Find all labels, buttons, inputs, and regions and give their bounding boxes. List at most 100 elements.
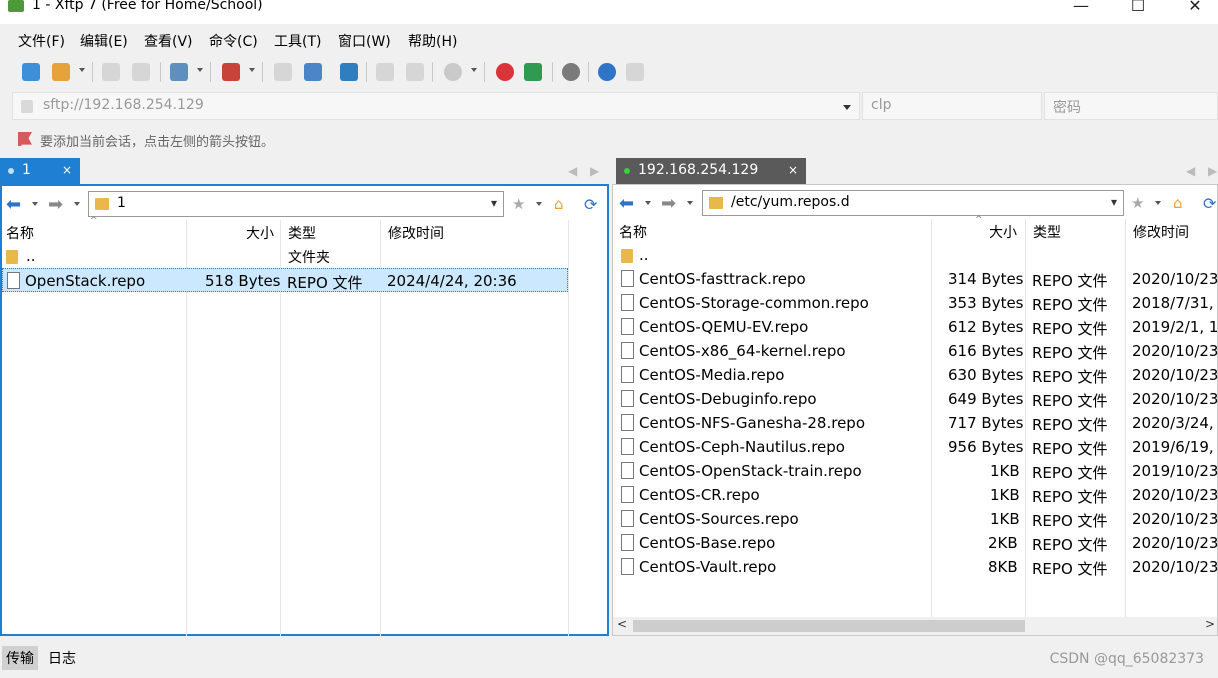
- download-icon[interactable]: [304, 63, 322, 81]
- tab-scroll-right-icon[interactable]: ▶: [590, 164, 599, 178]
- tab-scroll-right-icon[interactable]: ▶: [1208, 164, 1217, 178]
- table-row[interactable]: CentOS-Base.repo 2KB REPO 文件 2020/10/23,: [613, 531, 1218, 555]
- new-session-icon[interactable]: [22, 63, 40, 81]
- table-row[interactable]: CentOS-Sources.repo 1KB REPO 文件 2020/10/…: [613, 507, 1218, 531]
- back-icon[interactable]: ⬅: [619, 193, 634, 214]
- back-icon[interactable]: ⬅: [6, 194, 21, 215]
- menu-view[interactable]: 查看(V): [144, 31, 193, 51]
- disconnect-icon[interactable]: [132, 63, 150, 81]
- open-folder-icon[interactable]: [52, 63, 70, 81]
- scrollbar-thumb[interactable]: [633, 620, 1025, 632]
- refresh-icon[interactable]: ⟳: [584, 195, 600, 214]
- tab-local[interactable]: 1 ×: [0, 158, 80, 184]
- bookmark-icon[interactable]: ★: [1131, 194, 1147, 212]
- column-size[interactable]: 大小: [989, 222, 1017, 242]
- tab-scroll-left-icon[interactable]: ◀: [1186, 164, 1195, 178]
- table-row[interactable]: CentOS-x86_64-kernel.repo 616 Bytes REPO…: [613, 339, 1218, 363]
- home-icon[interactable]: ⌂: [554, 195, 570, 213]
- table-row[interactable]: .. 文件夹: [2, 244, 607, 268]
- bookmark-dropdown-icon[interactable]: [1155, 201, 1161, 205]
- xshell-icon[interactable]: [496, 63, 514, 81]
- connect-icon[interactable]: [102, 63, 120, 81]
- back-dropdown-icon[interactable]: [32, 202, 38, 206]
- table-row-selected[interactable]: OpenStack.repo 518 Bytes REPO 文件 2024/4/…: [2, 268, 568, 292]
- close-window-button[interactable]: ✕: [1172, 0, 1218, 18]
- tab-close-icon[interactable]: ×: [788, 163, 798, 177]
- tab-remote[interactable]: 192.168.254.129 ×: [616, 158, 806, 184]
- column-modified[interactable]: 修改时间: [388, 223, 444, 243]
- toolbar-separator: [552, 62, 553, 82]
- upload-icon[interactable]: [274, 63, 292, 81]
- menu-help[interactable]: 帮助(H): [408, 31, 457, 51]
- open-dropdown-icon[interactable]: [79, 68, 85, 72]
- record-dropdown-icon[interactable]: [471, 68, 477, 72]
- properties-icon[interactable]: [170, 63, 188, 81]
- column-type[interactable]: 类型: [1033, 222, 1061, 242]
- file-type: 文件夹: [288, 250, 330, 266]
- menu-edit[interactable]: 编辑(E): [80, 31, 128, 51]
- column-modified[interactable]: 修改时间: [1133, 222, 1189, 242]
- tab-scroll-left-icon[interactable]: ◀: [568, 164, 577, 178]
- forward-dropdown-icon[interactable]: [687, 201, 693, 205]
- bookmark-arrow-icon[interactable]: [18, 132, 32, 146]
- table-row[interactable]: CentOS-QEMU-EV.repo 612 Bytes REPO 文件 20…: [613, 315, 1218, 339]
- paste-icon[interactable]: [406, 63, 424, 81]
- help-icon[interactable]: [598, 63, 616, 81]
- column-type[interactable]: 类型: [288, 223, 316, 243]
- table-row[interactable]: CentOS-Media.repo 630 Bytes REPO 文件 2020…: [613, 363, 1218, 387]
- minimize-button[interactable]: —: [1058, 0, 1104, 18]
- scroll-right-icon[interactable]: >: [1205, 617, 1215, 631]
- column-size[interactable]: 大小: [246, 223, 274, 243]
- column-name[interactable]: 名称: [6, 223, 34, 243]
- refresh-icon[interactable]: ⟳: [1203, 194, 1218, 213]
- menu-command[interactable]: 命令(C): [209, 31, 258, 51]
- table-row[interactable]: CentOS-fasttrack.repo 314 Bytes REPO 文件 …: [613, 267, 1218, 291]
- home-icon[interactable]: ⌂: [1173, 194, 1189, 212]
- transfer-icon[interactable]: [222, 63, 240, 81]
- chat-icon[interactable]: [626, 63, 644, 81]
- tab-log[interactable]: 日志: [44, 646, 80, 670]
- host-dropdown-icon[interactable]: [843, 105, 851, 110]
- transfer-dropdown-icon[interactable]: [249, 68, 255, 72]
- file-size: 2KB: [988, 534, 1018, 552]
- menu-file[interactable]: 文件(F): [18, 31, 65, 51]
- file-name: CentOS-Media.repo: [639, 366, 785, 384]
- back-dropdown-icon[interactable]: [645, 201, 651, 205]
- file-size: 8KB: [988, 558, 1018, 576]
- path-dropdown-icon[interactable]: ▾: [1111, 195, 1117, 209]
- xftp-icon[interactable]: [524, 63, 542, 81]
- gear-icon[interactable]: [562, 63, 580, 81]
- password-field[interactable]: 密码: [1044, 92, 1218, 120]
- table-row[interactable]: CentOS-Ceph-Nautilus.repo 956 Bytes REPO…: [613, 435, 1218, 459]
- table-row[interactable]: CentOS-CR.repo 1KB REPO 文件 2020/10/23,: [613, 483, 1218, 507]
- table-row[interactable]: CentOS-Storage-common.repo 353 Bytes REP…: [613, 291, 1218, 315]
- menu-tools[interactable]: 工具(T): [274, 31, 321, 51]
- maximize-button[interactable]: ☐: [1115, 0, 1161, 18]
- scroll-left-icon[interactable]: <: [617, 617, 627, 631]
- sync-icon[interactable]: [340, 63, 358, 81]
- column-name[interactable]: 名称: [619, 222, 647, 242]
- table-row[interactable]: CentOS-OpenStack-train.repo 1KB REPO 文件 …: [613, 459, 1218, 483]
- table-row[interactable]: CentOS-Vault.repo 8KB REPO 文件 2020/10/23…: [613, 555, 1218, 579]
- forward-dropdown-icon[interactable]: [74, 202, 80, 206]
- host-field[interactable]: sftp://192.168.254.129: [12, 92, 860, 120]
- properties-dropdown-icon[interactable]: [197, 68, 203, 72]
- horizontal-scrollbar[interactable]: < >: [613, 617, 1217, 635]
- forward-icon[interactable]: ➡: [48, 194, 63, 215]
- menu-window[interactable]: 窗口(W): [338, 31, 391, 51]
- local-path-input[interactable]: 1 ▾: [88, 191, 504, 217]
- tab-close-icon[interactable]: ×: [62, 163, 72, 177]
- record-icon[interactable]: [444, 63, 462, 81]
- forward-icon[interactable]: ➡: [661, 193, 676, 214]
- table-row[interactable]: CentOS-NFS-Ganesha-28.repo 717 Bytes REP…: [613, 411, 1218, 435]
- remote-path-input[interactable]: /etc/yum.repos.d ▾: [702, 190, 1124, 216]
- copy-icon[interactable]: [376, 63, 394, 81]
- table-row[interactable]: CentOS-Debuginfo.repo 649 Bytes REPO 文件 …: [613, 387, 1218, 411]
- path-dropdown-icon[interactable]: ▾: [491, 196, 497, 210]
- tab-transfers[interactable]: 传输: [2, 646, 38, 670]
- table-row[interactable]: ..: [613, 243, 1217, 267]
- bookmark-icon[interactable]: ★: [512, 195, 528, 213]
- username-field[interactable]: clp: [862, 92, 1042, 120]
- sort-ascending-icon: ^: [90, 216, 98, 226]
- bookmark-dropdown-icon[interactable]: [536, 202, 542, 206]
